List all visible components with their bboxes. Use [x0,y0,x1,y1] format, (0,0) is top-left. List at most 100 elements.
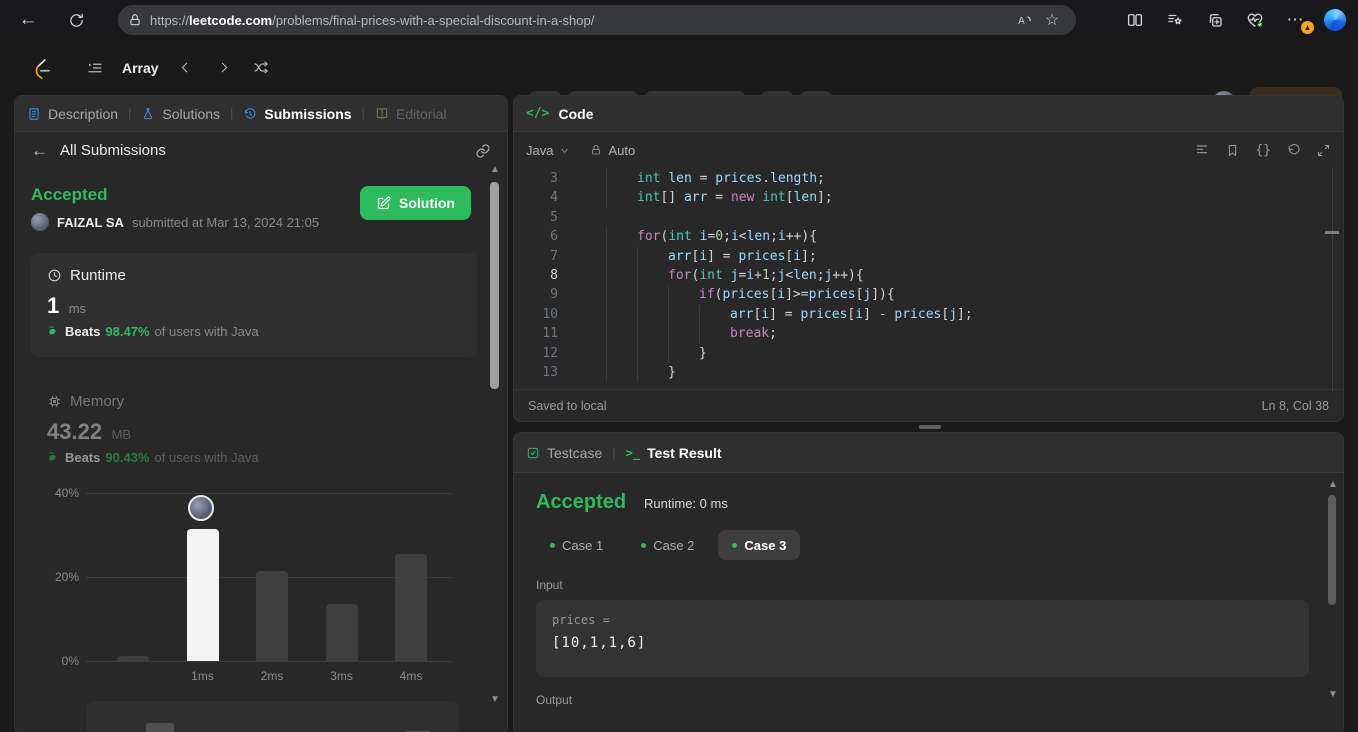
case-tabs: Case 1 Case 2 Case 3 [536,530,1343,560]
browser-menu-button[interactable]: ⋯ ▲ [1278,4,1314,36]
author-avatar[interactable] [31,213,49,231]
memory-unit: MB [111,427,132,442]
left-scrollbar-thumb[interactable] [490,182,499,389]
code-line[interactable]: 13} [514,362,1343,383]
line-number: 11 [542,326,558,342]
copy-link-icon[interactable] [475,143,491,159]
line-number: 10 [542,306,558,322]
browser-essentials-button[interactable] [1238,4,1272,36]
code-line[interactable]: 9 if(prices[i]>= prices[j]){ [514,285,1343,305]
code-text: break; [575,324,777,344]
test-scrollbar-thumb[interactable] [1328,495,1336,605]
code-line[interactable]: 5 [514,208,1343,227]
indent-guide [606,246,637,266]
input-field-label: prices = [552,613,610,627]
scroll-down-arrow[interactable]: ▼ [1326,689,1340,700]
browser-back-button[interactable]: ← [12,4,44,36]
bookmark-icon[interactable] [1225,143,1240,158]
code-line[interactable]: 11 break; [514,324,1343,344]
y-axis-tick: 20% [54,570,79,584]
memory-card[interactable]: Memory 43.22 MB Beats 90.43% of users wi… [31,379,477,479]
indent-guide [699,324,730,344]
code-panel-header: </> Code [514,96,1343,132]
line-number: 12 [542,345,558,361]
author-name[interactable]: FAIZAL SA [57,215,124,230]
browser-refresh-button[interactable] [60,4,92,36]
indent-guide [575,247,606,266]
code-line[interactable]: 6 for(int i = 0; i < len; i ++){ [514,227,1343,247]
tab-solutions[interactable]: Solutions [141,106,220,122]
scroll-down-arrow[interactable]: ▼ [488,694,502,705]
indent-guide [668,324,699,344]
indent-guide [606,362,637,383]
chart-bar-3ms[interactable] [325,604,358,661]
runtime-card[interactable]: Runtime 1 ms Beats 98.47% of users with … [31,253,477,357]
indent-guide [668,304,699,325]
scroll-up-arrow[interactable]: ▲ [1326,479,1340,490]
code-line[interactable]: 10 arr[i] = prices[i] - prices[j]; [514,304,1343,325]
editor-scrollbar-thumb[interactable] [1325,231,1339,234]
tab-groups-button[interactable] [1198,4,1232,36]
tab-testcase[interactable]: Testcase [526,445,602,461]
user-position-avatar[interactable] [187,495,214,521]
chart-bar-4ms[interactable] [395,554,427,661]
copilot-button[interactable] [1318,4,1352,36]
code-line[interactable]: 12} [514,343,1343,363]
favorites-bar-button[interactable] [1158,4,1192,36]
tab-test-result[interactable]: >_ Test Result [626,445,722,461]
code-icon: </> [526,106,550,121]
fullscreen-icon[interactable] [1316,143,1331,158]
case-chip-3[interactable]: Case 3 [718,530,801,560]
input-label: Input [536,578,563,592]
back-to-list-button[interactable]: ← [31,141,48,161]
url-bar[interactable]: https://leetcode.com/problems/final-pric… [118,5,1076,35]
leetcode-logo[interactable] [26,53,56,83]
code-line[interactable]: 4 int[] arr = new int[len]; [514,188,1343,208]
language-selector[interactable]: Java [526,143,553,158]
code-line[interactable]: 8 for(int j = i +1; j < len; j ++){ [514,265,1343,286]
heart-pulse-icon [1247,13,1263,28]
problem-list-label[interactable]: Array [122,60,159,76]
read-aloud-button[interactable]: A [1010,6,1038,34]
input-field-value[interactable]: [10,1,1,6] [552,635,1293,651]
chart-bar-2ms[interactable] [256,571,288,661]
indent-guide [668,285,699,305]
submitted-at: submitted at Mar 13, 2024 21:05 [131,214,320,230]
scroll-up-arrow[interactable]: ▲ [488,164,502,175]
memory-value: 43.22 [47,419,103,444]
case-chip-1[interactable]: Case 1 [536,530,617,560]
problem-list-button[interactable] [80,53,110,83]
code-line[interactable]: 3 int len = prices. length; [514,169,1343,189]
tab-groups-icon [1209,14,1222,27]
code-line[interactable]: 7 arr[i] = prices[i]; [514,246,1343,266]
tab-editorial[interactable]: Editorial [375,106,447,122]
auto-save-label[interactable]: Auto [608,143,635,158]
indent-guide [668,343,699,363]
all-submissions-title: All Submissions [60,142,166,159]
reset-code-icon[interactable] [1286,143,1301,158]
chart-bar-1ms[interactable] [186,529,219,661]
code-editor[interactable]: 3 int len = prices. length; 4 int[] arr = ne… [514,169,1343,391]
prev-problem-button[interactable] [171,53,201,83]
tab-submissions[interactable]: Submissions [243,106,352,122]
case-chip-2[interactable]: Case 2 [627,530,708,560]
next-problem-button[interactable] [209,53,239,83]
chevron-down-icon[interactable] [559,145,570,156]
format-code-icon[interactable] [1194,142,1210,158]
solution-button[interactable]: Solution [360,186,471,220]
auto-lock-icon [592,145,601,155]
line-number: 9 [550,287,558,303]
all-submissions-row: ← All Submissions [15,132,507,169]
gridline [86,493,451,494]
panel-resize-handle[interactable] [919,425,941,429]
favorite-star-button[interactable]: ☆ [1038,6,1066,34]
chart-bar-0ms[interactable] [117,656,149,661]
tab-description[interactable]: Description [27,106,118,122]
random-problem-button[interactable] [247,53,277,83]
split-screen-button[interactable] [1118,4,1152,36]
clap-icon [49,451,56,461]
input-box[interactable]: prices = [10,1,1,6] [536,600,1309,677]
case-status-dot [550,542,555,548]
snippets-icon[interactable]: {} [1255,143,1271,158]
editor-scrollbar-track[interactable] [1332,169,1333,391]
